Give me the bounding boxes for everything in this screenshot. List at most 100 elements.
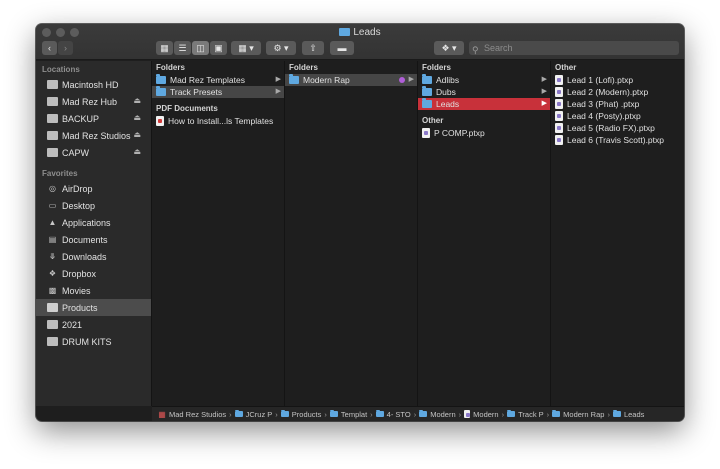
movies-icon: ▩ <box>48 286 57 295</box>
column-section-header: Other <box>422 116 444 125</box>
folder-icon <box>47 320 58 329</box>
sidebar-item-label: AirDrop <box>62 183 93 194</box>
path-segment[interactable]: ▦ Mad Rez Studios <box>158 410 226 419</box>
action-button[interactable]: ⚙ ▾ <box>266 41 296 55</box>
list-item-label: Modern Rap <box>303 75 350 85</box>
path-bar: ▦ Mad Rez Studios › JCruz P › Products › Tem… <box>152 406 684 421</box>
sidebar-item-products[interactable]: Products <box>36 299 151 316</box>
list-item-file[interactable]: Lead 1 (Lofi).ptxp <box>551 74 684 86</box>
chevron-right-icon: ▶ <box>408 76 414 83</box>
sidebar-item-capw[interactable]: CAPW ⏏ <box>36 144 151 161</box>
ptxp-file-icon <box>555 111 563 121</box>
disk-icon <box>47 148 58 157</box>
path-segment[interactable]: Track P <box>507 410 544 419</box>
grid-icon: ▦ ▾ <box>238 42 254 53</box>
disk-icon <box>47 80 58 89</box>
gallery-view-button[interactable]: ▣ <box>210 41 227 55</box>
sidebar-item-mad-rez-hub[interactable]: Mad Rez Hub ⏏ <box>36 93 151 110</box>
list-item-adlibs[interactable]: Adlibs ▶ <box>418 74 550 86</box>
path-segment[interactable]: Templat <box>329 410 367 419</box>
sidebar-item-airdrop[interactable]: ◎ AirDrop <box>36 180 151 197</box>
sidebar-item-backup[interactable]: BACKUP ⏏ <box>36 110 151 127</box>
sidebar-item-label: CAPW <box>62 147 89 158</box>
path-separator: › <box>458 409 462 419</box>
icon-view-button[interactable]: ▦ <box>156 41 173 55</box>
group-button[interactable]: ▦ ▾ <box>231 41 261 55</box>
share-button[interactable]: ⇧ <box>302 41 324 55</box>
folder-icon <box>375 410 384 417</box>
sidebar-item-desktop[interactable]: ▭ Desktop <box>36 197 151 214</box>
search-field[interactable]: ⚲ Search <box>469 41 679 55</box>
folder-icon <box>156 74 166 84</box>
window-title-text: Leads <box>353 27 381 38</box>
path-segment[interactable]: 4- STO <box>375 410 411 419</box>
dropbox-button[interactable]: ❖ ▾ <box>434 41 464 55</box>
path-separator: › <box>275 409 278 419</box>
airdrop-icon: ◎ <box>49 184 56 193</box>
list-item-modern-rap[interactable]: Modern Rap ▶ <box>285 74 417 86</box>
folder-icon <box>339 28 351 36</box>
list-item-label: Adlibs <box>436 75 460 85</box>
document-icon: ▤ <box>48 235 57 244</box>
forward-button[interactable]: › <box>58 41 73 55</box>
pdf-icon <box>156 116 164 126</box>
sidebar-item-dropbox[interactable]: ❖ Dropbox <box>36 265 151 282</box>
sidebar-item-downloads[interactable]: ⤋ Downloads <box>36 248 151 265</box>
list-item-file[interactable]: P COMP.ptxp <box>418 127 550 139</box>
eject-icon[interactable]: ⏏ <box>133 147 141 156</box>
path-segment[interactable]: Modern <box>419 410 456 419</box>
ptxp-file-icon <box>422 128 430 138</box>
sidebar-item-macintosh-hd[interactable]: Macintosh HD <box>36 76 151 93</box>
list-item-dubs[interactable]: Dubs ▶ <box>418 86 550 98</box>
chevron-right-icon: › <box>64 43 67 53</box>
list-item-track-presets[interactable]: Track Presets ▶ <box>152 86 284 98</box>
sidebar-item-applications[interactable]: ▲ Applications <box>36 214 151 231</box>
list-item-file[interactable]: Lead 3 (Phat) .ptxp <box>551 98 684 110</box>
sidebar-item-movies[interactable]: ▩ Movies <box>36 282 151 299</box>
column-view-button[interactable]: ◫ <box>192 41 209 55</box>
disk-icon <box>47 131 58 140</box>
folder-icon <box>552 410 561 417</box>
eject-icon[interactable]: ⏏ <box>133 113 141 122</box>
list-item-file[interactable]: Lead 4 (Posty).ptxp <box>551 110 684 122</box>
path-segment[interactable]: Leads <box>612 410 644 419</box>
sidebar-item-2021[interactable]: 2021 <box>36 316 151 333</box>
list-item-label: Leads <box>436 99 460 109</box>
titlebar: Leads ‹ › ▦ ☰ ◫ ▣ ▦ ▾ ⚙ ▾ ⇧ ▬ ❖ ▾ ⚲ Sear… <box>36 24 684 60</box>
path-segment-label: Track P <box>518 409 544 419</box>
sidebar-item-documents[interactable]: ▤ Documents <box>36 231 151 248</box>
folder-icon <box>289 74 299 84</box>
path-segment[interactable]: Products <box>280 410 321 419</box>
sidebar-item-drum-kits[interactable]: DRUM KITS <box>36 333 151 350</box>
list-item-mad-rez-templates[interactable]: Mad Rez Templates ▶ <box>152 74 284 86</box>
chevron-right-icon: ▶ <box>541 76 547 83</box>
path-separator: › <box>501 409 505 419</box>
eject-icon[interactable]: ⏏ <box>133 96 141 105</box>
path-segment[interactable]: Modern <box>464 409 499 419</box>
path-segment-label: Modern <box>473 409 499 419</box>
path-separator: › <box>370 409 373 419</box>
folder-icon <box>280 410 289 417</box>
chevron-left-icon: ‹ <box>48 43 51 53</box>
list-view-button[interactable]: ☰ <box>174 41 191 55</box>
share-icon: ⇧ <box>309 42 317 53</box>
list-item-file[interactable]: Lead 6 (Travis Scott).ptxp <box>551 134 684 146</box>
list-item-pdf[interactable]: How to Install...ls Templates <box>152 115 284 127</box>
column-header: Other <box>555 63 577 72</box>
sidebar-item-mad-rez-studios[interactable]: Mad Rez Studios ⏏ <box>36 127 151 144</box>
desktop-icon: ▭ <box>48 201 57 210</box>
list-item-label: Track Presets <box>170 87 223 97</box>
disk-icon <box>47 97 58 106</box>
list-item-leads[interactable]: Leads ▶ <box>418 98 550 110</box>
browser-column-1: Folders Mad Rez Templates ▶ Track Presets… <box>152 61 285 406</box>
eject-icon[interactable]: ⏏ <box>133 130 141 139</box>
tag-button[interactable]: ▬ <box>330 41 354 55</box>
view-switcher: ▦ ☰ ◫ ▣ <box>156 41 228 55</box>
search-placeholder: Search <box>484 43 513 53</box>
sidebar-item-label: DRUM KITS <box>62 336 112 347</box>
list-item-file[interactable]: Lead 5 (Radio FX).ptxp <box>551 122 684 134</box>
path-segment[interactable]: Modern Rap <box>552 410 604 419</box>
path-segment[interactable]: JCruz P <box>234 410 272 419</box>
list-item-file[interactable]: Lead 2 (Modern).ptxp <box>551 86 684 98</box>
back-button[interactable]: ‹ <box>42 41 57 55</box>
